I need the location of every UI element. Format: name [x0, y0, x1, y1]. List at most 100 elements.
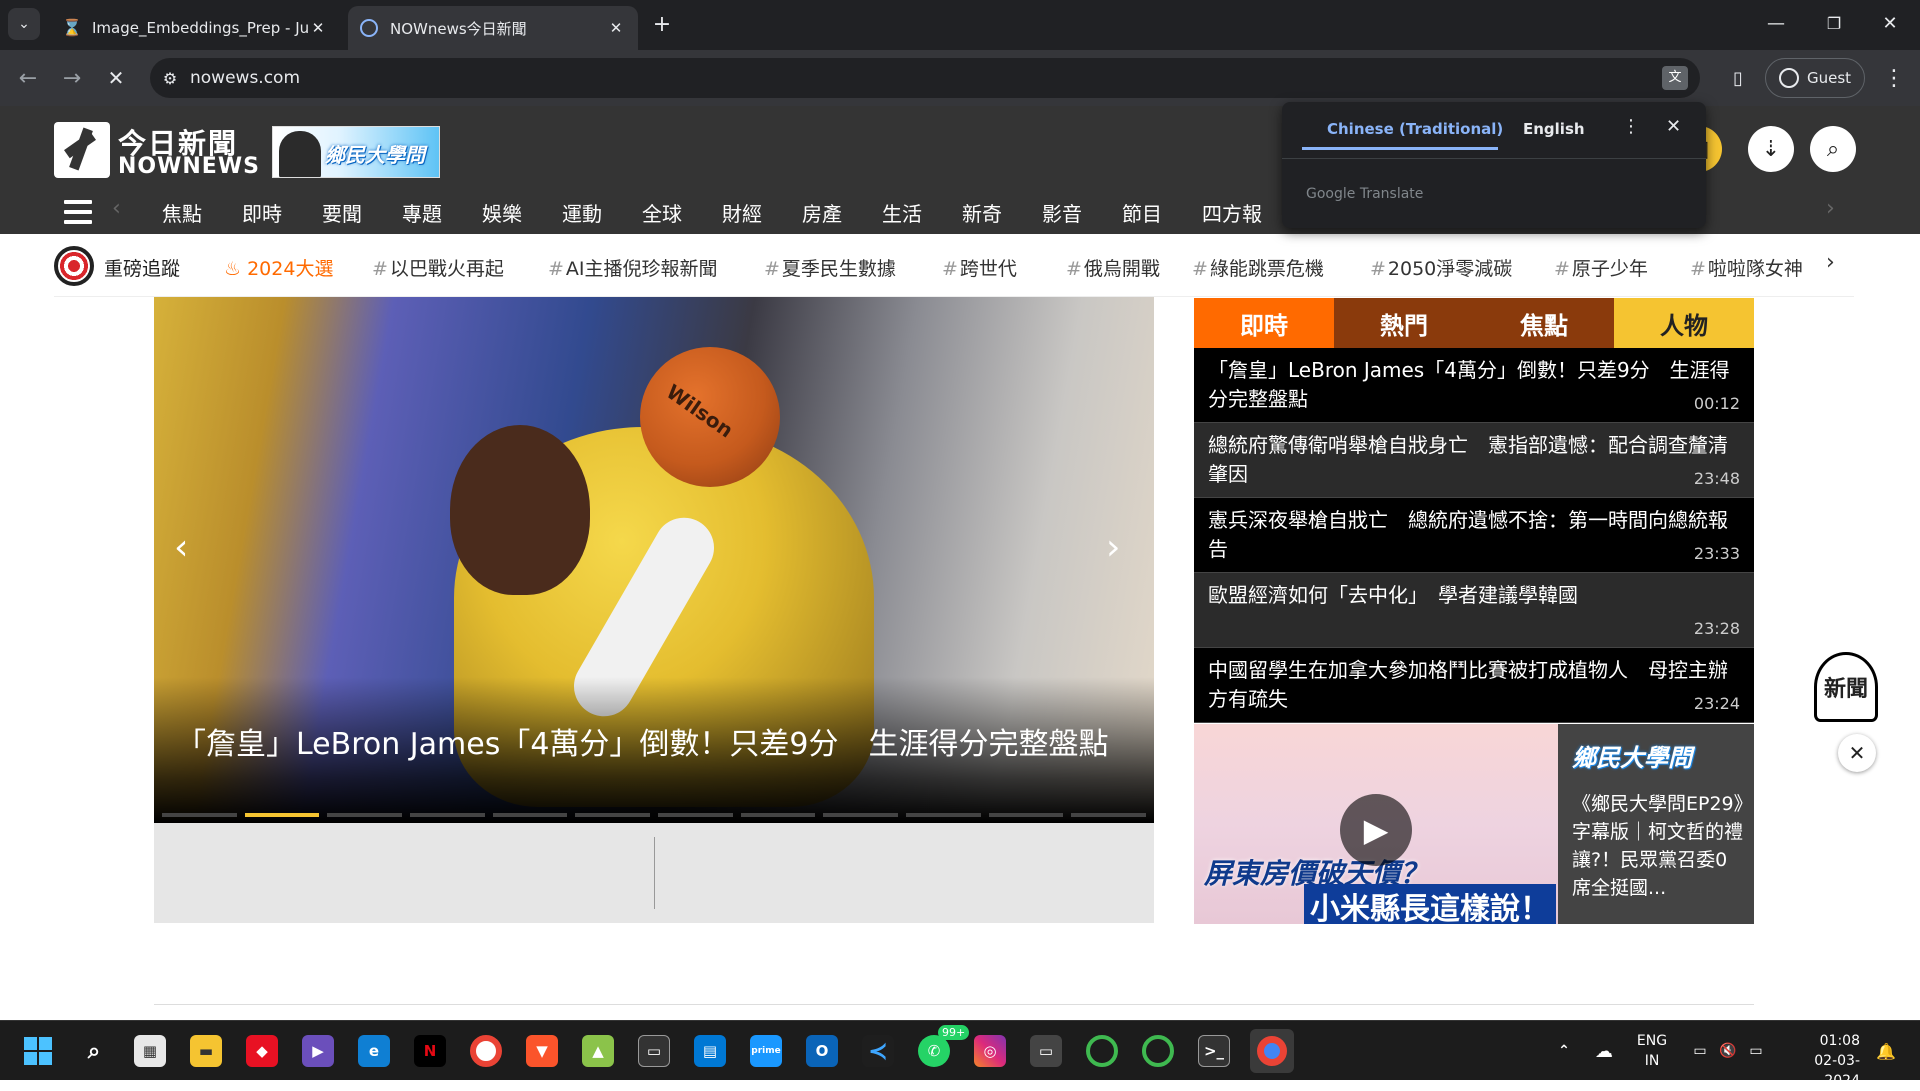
carousel-dot[interactable] [988, 813, 1064, 817]
url-text[interactable]: nowews.com [190, 68, 300, 88]
news-item[interactable]: 總統府驚傳衛哨舉槍自戕身亡 憲指部遺憾：配合調查釐清肇因 23:48 [1194, 423, 1754, 498]
news-item[interactable]: 憲兵深夜舉槍自戕亡 總統府遺憾不捨：第一時間向總統報告 23:33 [1194, 498, 1754, 573]
cloud-icon[interactable]: ☁ [1588, 1035, 1620, 1067]
terminal-icon[interactable]: >_ [1198, 1035, 1230, 1067]
trending-tag[interactable]: # 啦啦隊女神 [1690, 254, 1838, 281]
nav-item[interactable]: 影音 [1042, 198, 1082, 227]
trending-tag[interactable]: #2050淨零減碳 [1370, 254, 1512, 281]
tab-search-button[interactable]: ⌄ [8, 8, 40, 40]
tab-popular[interactable]: 熱門 [1334, 298, 1474, 348]
carousel-prev-arrow[interactable]: ‹ [174, 527, 188, 568]
vscode-icon[interactable]: ≺ [862, 1035, 894, 1067]
window-close-icon[interactable]: ✕ [1862, 0, 1918, 46]
clock[interactable]: 01:08 02-03-2024 [1780, 1031, 1860, 1091]
carousel-dot[interactable] [162, 813, 237, 817]
trending-tag[interactable]: # 跨世代 [942, 254, 1017, 281]
tab-people[interactable]: 人物 [1614, 298, 1754, 348]
site-info-icon[interactable]: ⚙ [150, 69, 190, 88]
app-icon[interactable]: ▲ [582, 1035, 614, 1067]
search-icon[interactable]: ⌕ [78, 1035, 110, 1067]
hamburger-menu-icon[interactable] [64, 200, 92, 224]
nav-item[interactable]: 即時 [242, 198, 282, 227]
chrome-active-icon[interactable] [1250, 1029, 1294, 1073]
forward-icon[interactable]: → [54, 60, 90, 96]
nav-item[interactable]: 專題 [402, 198, 442, 227]
carousel-dot[interactable] [658, 813, 733, 817]
video-thumbnail[interactable]: 屏東房價破天價？ 小米縣長這樣說！ ▶ [1194, 724, 1558, 924]
carousel-dot[interactable] [575, 813, 651, 817]
outlook-icon[interactable]: O [806, 1035, 838, 1067]
nav-item[interactable]: 四方報 [1202, 198, 1262, 227]
instagram-icon[interactable]: ◎ [974, 1035, 1006, 1067]
profile-button[interactable]: Guest [1765, 58, 1865, 98]
app-icon[interactable]: ▶ [302, 1035, 334, 1067]
nownews-float-badge[interactable]: 新聞 [1814, 652, 1878, 722]
tab-nownews[interactable]: NOWnews今日新聞 ✕ [348, 6, 638, 50]
prime-video-icon[interactable]: prime [750, 1035, 782, 1067]
stop-loading-icon[interactable]: ✕ [98, 60, 134, 96]
carousel-dot[interactable] [327, 813, 403, 817]
trending-tag[interactable]: # 俄烏開戰 [1066, 254, 1160, 281]
minimize-icon[interactable]: — [1748, 0, 1804, 46]
translate-close-icon[interactable]: ✕ [1666, 116, 1681, 137]
promo-banner[interactable]: 鄉民大學問 [272, 126, 440, 178]
widgets-icon[interactable]: ▦ [134, 1035, 166, 1067]
restore-icon[interactable]: ❐ [1806, 0, 1862, 46]
store-icon[interactable]: ▤ [694, 1035, 726, 1067]
tab-focus[interactable]: 焦點 [1474, 298, 1614, 348]
nav-item[interactable]: 新奇 [962, 198, 1002, 227]
site-logo[interactable]: 今日新聞 NOWNEWS [54, 122, 259, 179]
translate-source-tab[interactable]: Chinese (Traditional) [1327, 120, 1503, 138]
file-explorer-icon[interactable]: ▬ [190, 1035, 222, 1067]
close-tab-icon[interactable]: ✕ [606, 19, 626, 37]
translate-target-tab[interactable]: English [1523, 120, 1585, 138]
kebab-menu-icon[interactable]: ⋮ [1876, 60, 1912, 96]
carousel-dot[interactable] [1071, 813, 1147, 817]
battery-icon[interactable]: ▭ [1740, 1035, 1772, 1067]
side-panel-icon[interactable]: ▯ [1720, 60, 1756, 96]
new-tab-button[interactable]: + [646, 8, 678, 40]
nav-item[interactable]: 焦點 [162, 198, 202, 227]
news-item[interactable]: 中國留學生在加拿大參加格鬥比賽被打成植物人 母控主辦方有疏失 23:24 [1194, 648, 1754, 723]
trending-tag[interactable]: ♨ 2024大選 [224, 254, 333, 281]
search-icon[interactable]: ⌕ [1810, 126, 1856, 172]
nav-item[interactable]: 財經 [722, 198, 762, 227]
input-language[interactable]: ENG IN [1634, 1031, 1670, 1071]
nav-item[interactable]: 要聞 [322, 198, 362, 227]
carousel-next-arrow[interactable]: › [1106, 527, 1120, 568]
download-icon[interactable]: ⇣ [1748, 126, 1794, 172]
tab-latest[interactable]: 即時 [1194, 298, 1334, 348]
nav-item[interactable]: 全球 [642, 198, 682, 227]
nav-item[interactable]: 房產 [802, 198, 842, 227]
video-card[interactable]: 屏東房價破天價？ 小米縣長這樣說！ ▶ 《鄉民大學問EP29》字幕版｜柯文哲的禮… [1194, 724, 1754, 924]
carousel-dot-active[interactable] [244, 813, 320, 817]
chevron-up-icon[interactable]: ⌃ [1548, 1035, 1580, 1067]
address-bar[interactable]: ⚙ nowews.com 文 [150, 58, 1700, 98]
nav-item[interactable]: 節目 [1122, 198, 1162, 227]
nav-item[interactable]: 娛樂 [482, 198, 522, 227]
play-icon[interactable]: ▶ [1340, 794, 1412, 866]
carousel-dot[interactable] [492, 813, 568, 817]
carousel-dot[interactable] [906, 813, 981, 817]
float-close-icon[interactable]: ✕ [1838, 734, 1876, 772]
nav-item[interactable]: 生活 [882, 198, 922, 227]
translate-icon[interactable]: 文 [1662, 66, 1688, 90]
translate-options-icon[interactable]: ⋮ [1622, 116, 1640, 137]
windows-start-icon[interactable] [22, 1035, 54, 1067]
app-icon[interactable]: ◆ [246, 1035, 278, 1067]
chrome-icon[interactable] [470, 1035, 502, 1067]
hero-caption[interactable]: 「詹皇」LeBron James「4萬分」倒數！只差9分 生涯得分完整盤點 [176, 725, 1126, 765]
app-icon[interactable]: ▭ [1030, 1035, 1062, 1067]
app-icon[interactable] [1086, 1035, 1118, 1067]
news-item[interactable]: 歐盟經濟如何「去中化」 學者建議學韓國 23:28 [1194, 573, 1754, 648]
terminal-icon[interactable]: ▭ [638, 1035, 670, 1067]
notification-bell-icon[interactable]: 🔔 [1870, 1035, 1902, 1067]
trending-next-arrow[interactable]: › [1826, 250, 1835, 275]
app-icon[interactable] [1142, 1035, 1174, 1067]
carousel-dot[interactable] [823, 813, 899, 817]
nav-item[interactable]: 運動 [562, 198, 602, 227]
trending-label[interactable]: 重磅追蹤 [104, 254, 180, 281]
trending-tag[interactable]: # 以巴戰火再起 [372, 254, 504, 281]
trending-tag[interactable]: # AI主播倪珍報新聞 [548, 254, 718, 281]
back-icon[interactable]: ← [10, 60, 46, 96]
